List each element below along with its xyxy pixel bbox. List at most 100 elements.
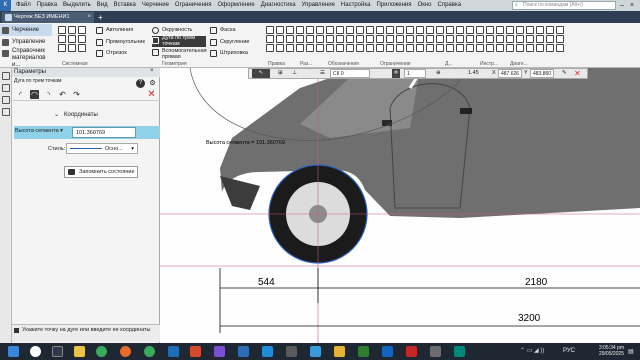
- tool-segment[interactable]: Отрезок: [96, 49, 127, 58]
- task-view-icon[interactable]: [52, 346, 63, 357]
- menu-manage[interactable]: Управление: [299, 0, 338, 11]
- constraint-fix-icon[interactable]: [416, 26, 424, 34]
- app-icon-8[interactable]: [406, 346, 417, 357]
- eyedropper-icon[interactable]: ✎: [562, 69, 570, 78]
- copy-icon[interactable]: [58, 44, 66, 52]
- insert-icon[interactable]: [526, 44, 534, 52]
- constraint-vertical-icon[interactable]: [486, 26, 494, 34]
- open-icon[interactable]: [68, 26, 76, 34]
- tray-icons[interactable]: ⌃ ▭ ◢ )): [520, 347, 544, 354]
- check-icon[interactable]: [536, 26, 544, 34]
- dim-angle-icon[interactable]: [346, 26, 354, 34]
- menu-diagnostics[interactable]: Диагностика: [258, 0, 299, 11]
- rotate-icon[interactable]: [276, 26, 284, 34]
- drive-icon[interactable]: [476, 35, 484, 43]
- tool-arc-3-points[interactable]: Дуга по трем точкам: [152, 35, 206, 47]
- array-icon[interactable]: [276, 35, 284, 43]
- word-icon[interactable]: [168, 346, 179, 357]
- report-icon[interactable]: [556, 26, 564, 34]
- dim-radial-icon[interactable]: [336, 26, 344, 34]
- grid-icon[interactable]: [496, 44, 504, 52]
- center-icon[interactable]: [386, 44, 394, 52]
- layer-icon[interactable]: ☰: [320, 69, 328, 78]
- tree-icon[interactable]: [2, 72, 10, 80]
- constraint-delete-icon[interactable]: [466, 35, 474, 43]
- cutline-icon[interactable]: [396, 35, 404, 43]
- select-mode-icon[interactable]: ↖: [252, 69, 270, 78]
- library-icon[interactable]: [516, 35, 524, 43]
- constraint-all-icon[interactable]: [476, 44, 484, 52]
- scale-icon[interactable]: [286, 26, 294, 34]
- paste-icon[interactable]: [68, 44, 76, 52]
- mirror-icon[interactable]: [296, 26, 304, 34]
- position-icon[interactable]: [386, 35, 394, 43]
- base-icon[interactable]: [396, 26, 404, 34]
- firefox-icon[interactable]: [120, 346, 131, 357]
- leader-icon[interactable]: [386, 26, 394, 34]
- dim-arc-icon[interactable]: [336, 44, 344, 52]
- constraint-dim-icon[interactable]: [456, 44, 464, 52]
- document-tab[interactable]: Чертеж БЕЗ ИМЕНИ1 ×: [2, 12, 94, 23]
- menu-view[interactable]: Вид: [94, 0, 111, 11]
- menu-select[interactable]: Выделить: [60, 0, 94, 11]
- diag-icon[interactable]: [546, 26, 554, 34]
- settings-icon[interactable]: [556, 44, 564, 52]
- y-coordinate[interactable]: 483.860: [530, 69, 554, 78]
- params-icon[interactable]: [2, 84, 10, 92]
- weld-icon[interactable]: [366, 35, 374, 43]
- dim-chain-icon[interactable]: [346, 35, 354, 43]
- snap-icon[interactable]: [486, 44, 494, 52]
- language-indicator[interactable]: РУС: [563, 348, 575, 354]
- arc-reverse-icon[interactable]: ↷: [72, 90, 81, 99]
- menu-file[interactable]: Файл: [13, 0, 34, 11]
- mass-icon[interactable]: [506, 35, 514, 43]
- arc-direction-icon[interactable]: ↶: [58, 90, 67, 99]
- clock[interactable]: 3:05:34 pm 29/05/2025: [582, 345, 624, 357]
- segment-height-label[interactable]: Высота сегмента ▾: [15, 128, 63, 134]
- cut-icon[interactable]: [78, 35, 86, 43]
- tool-rectangle[interactable]: Прямоугольник: [96, 38, 145, 47]
- note-icon[interactable]: [356, 35, 364, 43]
- info-icon[interactable]: [556, 35, 564, 43]
- measure-icon[interactable]: [496, 26, 504, 34]
- command-search-input[interactable]: Поиск по командам (Alt+/): [512, 1, 616, 10]
- delete-icon[interactable]: [306, 35, 314, 43]
- menu-constraints[interactable]: Ограничения: [172, 0, 215, 11]
- text-icon[interactable]: [356, 26, 364, 34]
- menu-help[interactable]: Справка: [435, 0, 465, 11]
- panel-settings-icon[interactable]: ⚙: [148, 79, 157, 88]
- close-window-icon[interactable]: ×: [628, 0, 636, 11]
- constraint-show-icon[interactable]: [456, 35, 464, 43]
- new-doc-icon[interactable]: [58, 26, 66, 34]
- arc-center-mode-icon[interactable]: ◠: [30, 90, 39, 99]
- menu-window[interactable]: Окно: [415, 0, 435, 11]
- chrome-icon[interactable]: [96, 346, 107, 357]
- sel-filter-icon[interactable]: [536, 44, 544, 52]
- move-icon[interactable]: [266, 26, 274, 34]
- app-icon[interactable]: [190, 346, 201, 357]
- ungroup-icon[interactable]: [316, 44, 324, 52]
- constraint-angle-icon[interactable]: [436, 35, 444, 43]
- split-icon[interactable]: [286, 44, 294, 52]
- app-icon-6[interactable]: [358, 346, 369, 357]
- app-icon-10[interactable]: [454, 346, 465, 357]
- layers-side-icon[interactable]: [2, 96, 10, 104]
- dim-height-icon[interactable]: [346, 44, 354, 52]
- print-icon[interactable]: [68, 35, 76, 43]
- arc-3points-mode-icon[interactable]: ◜: [16, 90, 25, 99]
- tool-fillet[interactable]: Скругление: [210, 38, 249, 47]
- menu-settings[interactable]: Настройка: [338, 0, 374, 11]
- label-icon[interactable]: [356, 44, 364, 52]
- macro-icon[interactable]: [526, 35, 534, 43]
- constraint-collinear-icon[interactable]: [426, 44, 434, 52]
- menu-format[interactable]: Оформление: [215, 0, 258, 11]
- menu-insert[interactable]: Вставка: [111, 0, 139, 11]
- arc-tangent-mode-icon[interactable]: ◝: [44, 90, 53, 99]
- category-materials[interactable]: Справочник материалов и...: [0, 47, 52, 68]
- explode-icon[interactable]: [296, 44, 304, 52]
- dim-linear-icon[interactable]: [326, 26, 334, 34]
- menu-apps[interactable]: Приложения: [373, 0, 414, 11]
- break-icon[interactable]: [296, 35, 304, 43]
- dim-ordinate-icon[interactable]: [326, 44, 334, 52]
- join-icon[interactable]: [316, 35, 324, 43]
